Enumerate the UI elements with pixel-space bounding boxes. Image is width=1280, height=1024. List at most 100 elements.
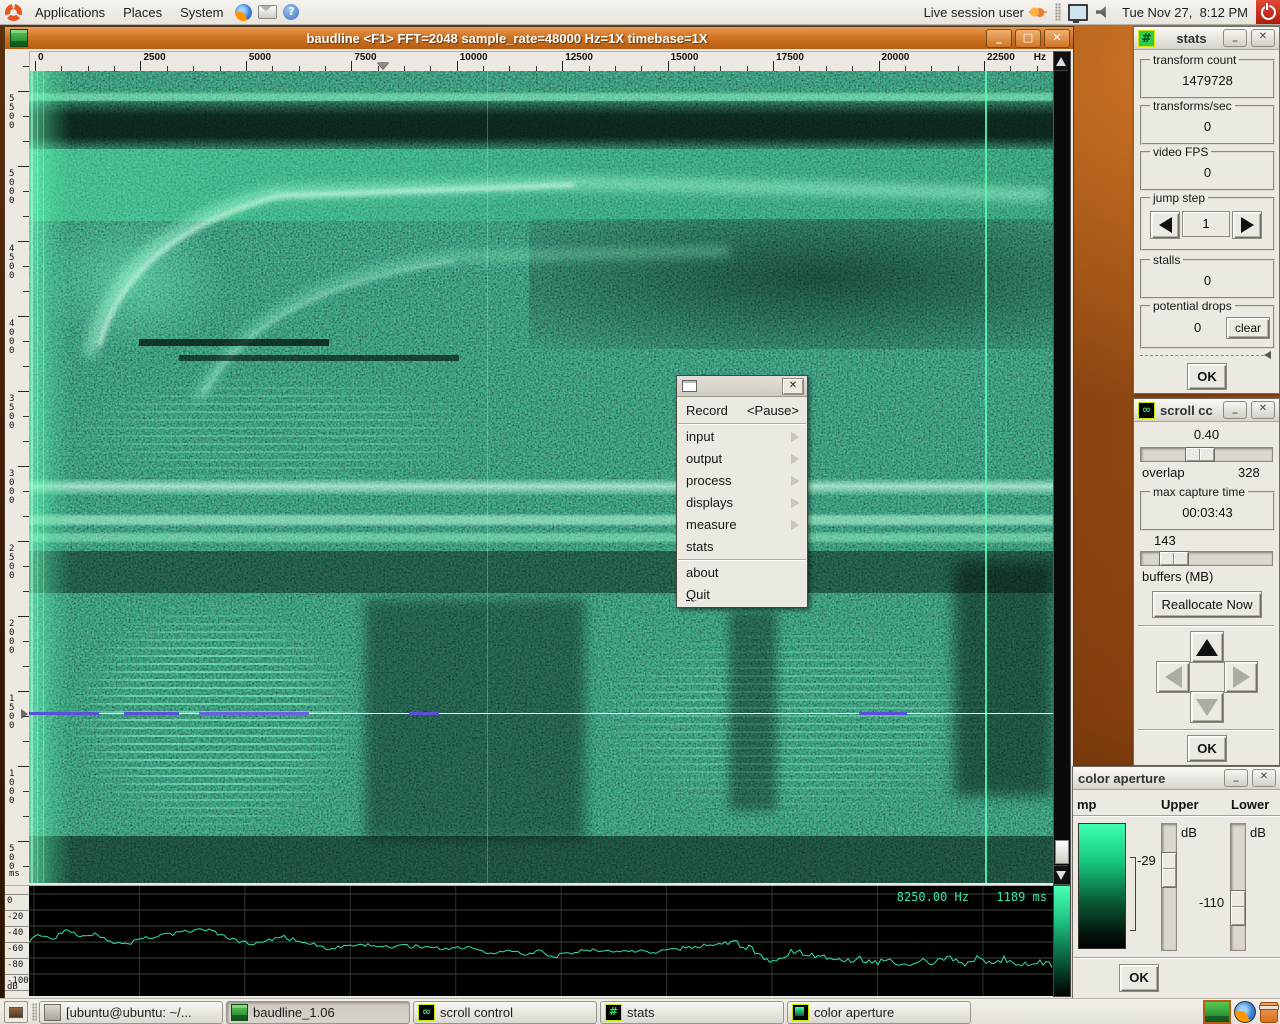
freq-tick-label: 7500 — [354, 52, 377, 63]
jump-step-increase-button[interactable] — [1232, 211, 1262, 239]
maximize-button[interactable]: □ — [1015, 28, 1041, 48]
jump-step-decrease-button[interactable] — [1150, 211, 1180, 239]
panel-tray: Live session user Tue Nov 27, 8:12 PM — [924, 0, 1280, 24]
max-capture-time-label: max capture time — [1150, 485, 1249, 499]
lower-db-slider[interactable] — [1230, 823, 1246, 951]
scroll-control-titlebar[interactable]: ∞ scroll cc _ ✕ — [1134, 399, 1279, 422]
up-arrow-icon — [1056, 56, 1066, 66]
menu-item-about[interactable]: about — [677, 562, 807, 584]
jump-step-value[interactable]: 1 — [1182, 211, 1230, 237]
vertical-scrollbar[interactable] — [1053, 51, 1071, 885]
scroll-control-ok-button[interactable]: OK — [1187, 735, 1227, 762]
color-aperture-minimize-button[interactable]: _ — [1224, 769, 1248, 787]
overlap-slider[interactable] — [1140, 447, 1273, 462]
transform-count-value: 1479728 — [1182, 73, 1233, 88]
workspace-switcher-icon[interactable] — [1203, 1000, 1231, 1024]
scroll-control-minimize-button[interactable]: _ — [1223, 401, 1247, 419]
baudline-titlebar[interactable]: baudline <F1> FFT=2048 sample_rate=48000… — [5, 27, 1073, 49]
clear-button[interactable]: clear — [1226, 317, 1270, 339]
task-button-baudline[interactable]: baudline_1.06 — [226, 1000, 410, 1024]
taskbar-handle[interactable] — [32, 1003, 37, 1021]
overlap-slider-thumb[interactable] — [1185, 447, 1215, 462]
panel-handle[interactable] — [1055, 3, 1062, 21]
display-tray-icon[interactable] — [1068, 3, 1089, 23]
trash-icon[interactable] — [1259, 1001, 1279, 1023]
scroll-left-button[interactable] — [1156, 661, 1190, 693]
color-aperture-ok-button[interactable]: OK — [1119, 964, 1159, 992]
scroll-right-button[interactable] — [1224, 661, 1258, 693]
frequency-ruler[interactable]: Hz 0 2500 5000 7500 10000 12500 15000 17500 2000… — [29, 51, 1054, 73]
ubuntu-logo-icon[interactable] — [5, 3, 22, 21]
session-user-label[interactable]: Live session user — [924, 5, 1024, 20]
task-button-scroll[interactable]: ∞ scroll control — [413, 1000, 597, 1024]
spectrum-display[interactable]: 8250.00 Hz 1189 ms — [29, 885, 1053, 996]
down-arrow-icon — [1196, 698, 1218, 716]
menu-item-input[interactable]: input — [677, 426, 807, 448]
clock[interactable]: Tue Nov 27, 8:12 PM — [1114, 5, 1256, 20]
menu-titlebar[interactable]: ✕ — [677, 376, 807, 397]
buffers-slider[interactable] — [1140, 551, 1273, 566]
stats-minimize-button[interactable]: _ — [1223, 29, 1247, 47]
mail-launcher-icon[interactable] — [258, 5, 278, 19]
close-button[interactable]: ✕ — [1044, 28, 1070, 48]
stats-icon: # — [605, 1003, 622, 1021]
menu-item-displays[interactable]: displays — [677, 492, 807, 514]
menu-item-output[interactable]: output — [677, 448, 807, 470]
task-button-terminal[interactable]: [ubuntu@ubuntu: ~/... — [39, 1000, 223, 1024]
record-accelerator: <Pause> — [746, 403, 799, 418]
color-aperture-titlebar[interactable]: color aperture _ ✕ — [1073, 767, 1280, 790]
upper-db-slider[interactable] — [1161, 823, 1177, 951]
menu-close-button[interactable]: ✕ — [782, 377, 804, 395]
scroll-up-button[interactable] — [1190, 631, 1224, 663]
stats-window: # stats _ ✕ transform count 1479728 tran… — [1133, 26, 1280, 394]
freq-tick — [35, 61, 36, 71]
firefox-task-icon[interactable] — [1234, 1001, 1256, 1023]
color-aperture-close-button[interactable]: ✕ — [1252, 769, 1276, 787]
menu-item-record[interactable]: Record <Pause> — [677, 400, 807, 422]
buffers-slider-thumb[interactable] — [1159, 551, 1189, 566]
menu-item-quit[interactable]: Quit — [677, 584, 807, 606]
task-button-aperture[interactable]: color aperture — [787, 1000, 971, 1024]
firefox-launcher-icon[interactable] — [235, 3, 253, 21]
help-launcher-icon[interactable]: ? — [283, 4, 300, 20]
cursor-time-readout: 1189 ms — [996, 890, 1047, 904]
separator-arrow-icon[interactable] — [1264, 351, 1271, 359]
time-tick — [18, 541, 29, 542]
menu-applications[interactable]: Applications — [26, 0, 114, 24]
scrollbar-thumb[interactable] — [1055, 840, 1069, 864]
upper-slider-thumb[interactable] — [1161, 852, 1177, 888]
scrollbar-up-button[interactable] — [1054, 52, 1068, 71]
stats-ok-button[interactable]: OK — [1187, 363, 1227, 390]
scroll-control-title: scroll cc — [1160, 402, 1213, 418]
menu-item-process[interactable]: process — [677, 470, 807, 492]
minimize-button[interactable]: _ — [986, 28, 1012, 48]
time-cursor-marker[interactable] — [21, 709, 28, 719]
shutdown-button[interactable] — [1256, 0, 1280, 24]
volume-muted-icon[interactable] — [1096, 6, 1106, 18]
quit-label: Quit — [686, 587, 710, 602]
keyring-icon[interactable] — [1029, 6, 1048, 18]
frequency-cursor-marker[interactable] — [376, 62, 389, 69]
stalls-value: 0 — [1203, 273, 1212, 288]
time-ruler[interactable]: ms 5500 5000 4500 4000 3500 3000 2500 2000 1500 1… — [5, 51, 30, 883]
menu-places[interactable]: Places — [114, 0, 171, 24]
menu-item-measure[interactable]: measure — [677, 514, 807, 536]
freq-tick-label: 0 — [38, 52, 44, 63]
time-tick — [18, 241, 29, 242]
scroll-control-close-button[interactable]: ✕ — [1251, 401, 1275, 419]
task-button-stats[interactable]: # stats — [600, 1000, 784, 1024]
time-tick — [18, 766, 29, 767]
lower-slider-thumb[interactable] — [1230, 890, 1246, 926]
stats-titlebar[interactable]: # stats _ ✕ — [1134, 27, 1279, 50]
stats-close-button[interactable]: ✕ — [1251, 29, 1275, 47]
menu-system[interactable]: System — [171, 0, 232, 24]
time-tick-label: 1000 — [9, 769, 15, 806]
spectrogram-display[interactable] — [29, 71, 1053, 883]
scrollbar-down-button[interactable] — [1054, 865, 1068, 884]
jump-step-label: jump step — [1150, 191, 1209, 205]
show-desktop-button[interactable] — [4, 1001, 28, 1023]
time-tick-label: 4500 — [9, 244, 15, 281]
scroll-down-button[interactable] — [1190, 691, 1224, 723]
menu-item-stats[interactable]: stats — [677, 536, 807, 558]
reallocate-now-button[interactable]: Reallocate Now — [1152, 591, 1262, 618]
